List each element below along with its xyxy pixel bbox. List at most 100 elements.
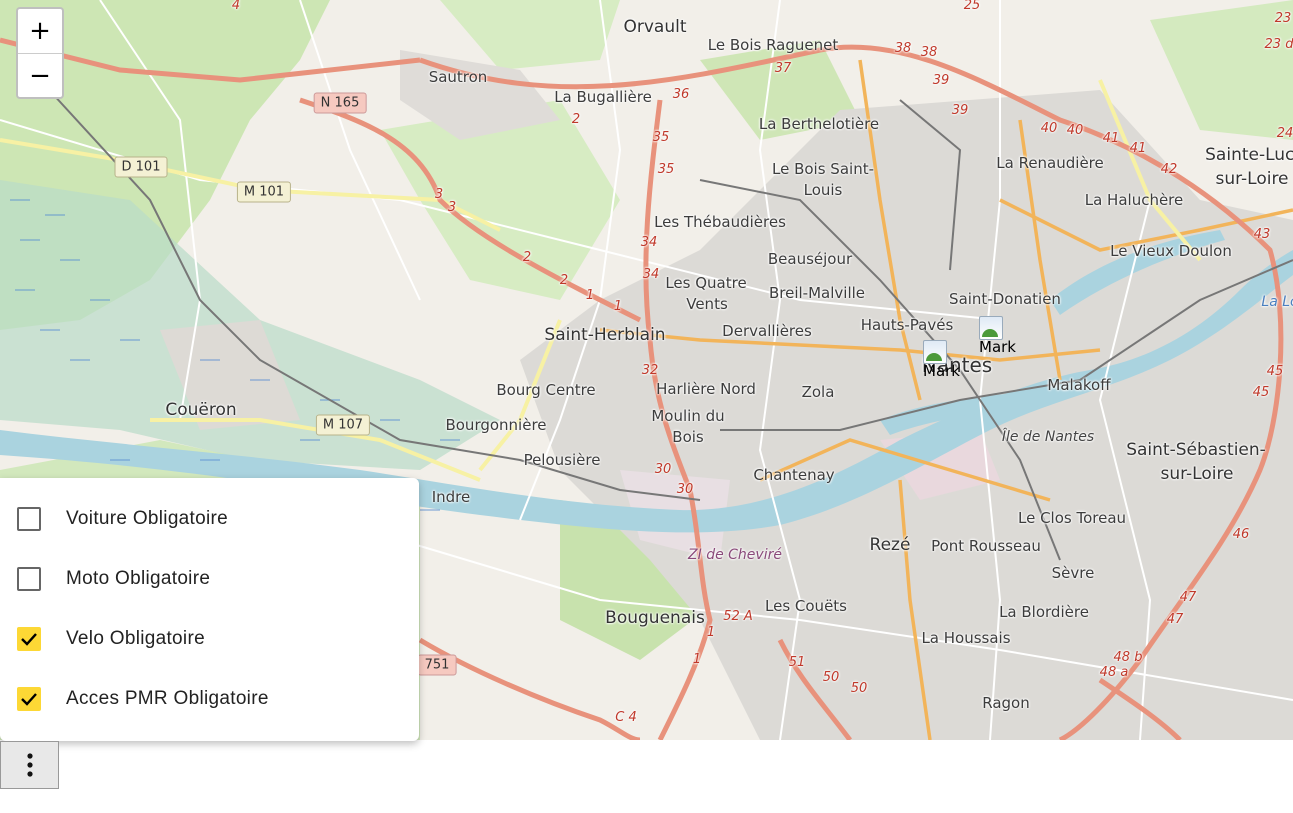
road-number: 32 <box>641 363 659 378</box>
road-shield: N 165 <box>313 92 367 114</box>
checkbox[interactable] <box>17 687 41 711</box>
road-shield: D 101 <box>114 156 168 178</box>
road-number: 2 <box>559 273 569 288</box>
place-label: Le Bois Saint- <box>772 160 874 178</box>
road-number: 2 <box>571 112 581 127</box>
zoom-control: + − <box>16 7 64 99</box>
road-number: 40 <box>1066 123 1084 138</box>
place-label: Saint-Herblain <box>544 325 666 345</box>
place-label: La Blordière <box>999 603 1089 621</box>
road-number: 30 <box>676 482 694 497</box>
filter-label: Moto Obligatoire <box>66 568 211 589</box>
place-label: Le Clos Toreau <box>1017 509 1127 527</box>
road-number: 39 <box>951 103 969 118</box>
marker-label: Mark <box>979 338 1016 356</box>
road-shield: 751 <box>417 654 457 676</box>
filter-panel: Voiture Obligatoire Moto Obligatoire Vel… <box>0 478 419 741</box>
filter-velo-option[interactable]: Velo Obligatoire <box>17 624 205 654</box>
road-number: 36 <box>672 87 690 102</box>
place-label: Malakoff <box>1047 376 1111 394</box>
road-number: 1 <box>692 652 702 667</box>
road-number: 45 <box>1252 385 1270 400</box>
place-label: Saint-Donatien <box>949 290 1061 308</box>
road-number: 48 a <box>1099 665 1129 680</box>
place-label: Bourgonnière <box>445 416 547 434</box>
road-number: 46 <box>1232 527 1250 542</box>
road-number: 25 <box>963 0 981 13</box>
road-number: 3 <box>434 187 444 202</box>
road-number: 50 <box>850 681 868 696</box>
place-label: Ragon <box>982 694 1030 712</box>
checkbox[interactable] <box>17 567 41 591</box>
road-number: 42 <box>1160 162 1178 177</box>
place-label: ZI de Cheviré <box>688 547 782 563</box>
road-shield: M 101 <box>236 181 292 203</box>
road-number: 48 b <box>1113 650 1143 665</box>
place-label: Indre <box>431 488 471 506</box>
filter-label: Velo Obligatoire <box>66 628 205 649</box>
place-label: Le Bois Raguenet <box>707 36 839 54</box>
road-shield: M 107 <box>315 414 371 436</box>
place-label: sur-Loire <box>1160 464 1234 484</box>
marker-image-icon <box>923 340 947 364</box>
road-number: 1 <box>585 288 595 303</box>
place-label: Pelousière <box>523 451 601 469</box>
place-label: Dervallières <box>722 322 812 340</box>
place-label: Sainte-Luce <box>1205 145 1293 165</box>
place-label: Zola <box>801 383 835 401</box>
place-label: Pont Rousseau <box>931 537 1041 555</box>
zoom-out-button[interactable]: − <box>18 54 62 98</box>
road-number: 1 <box>706 625 716 640</box>
place-label: Bouguenais <box>605 608 705 628</box>
map-marker[interactable]: Mark <box>923 340 963 384</box>
road-number: 47 <box>1166 612 1184 627</box>
checkbox[interactable] <box>17 627 41 651</box>
road-number: 35 <box>657 162 675 177</box>
road-number: 35 <box>652 130 670 145</box>
road-number: 41 <box>1102 131 1120 146</box>
checkmark-icon <box>21 633 37 646</box>
zoom-in-button[interactable]: + <box>18 9 62 54</box>
place-label: La Bugallière <box>554 88 652 106</box>
river-label: La Lo <box>1261 294 1293 310</box>
place-label: Hauts-Pavés <box>860 316 954 334</box>
road-number: 23 d <box>1264 37 1293 52</box>
road-number: 43 <box>1253 227 1271 242</box>
marker-label: Mark <box>923 362 960 380</box>
road-number: 37 <box>774 61 792 76</box>
menu-button[interactable] <box>0 741 59 789</box>
map-marker[interactable]: Mark <box>979 316 1019 360</box>
road-number: 52 A <box>723 609 753 624</box>
filter-pmr-option[interactable]: Acces PMR Obligatoire <box>17 684 269 714</box>
checkbox[interactable] <box>17 507 41 531</box>
road-number: 50 <box>822 670 840 685</box>
road-number: 38 <box>894 41 912 56</box>
place-label: La Haluchère <box>1084 191 1184 209</box>
vertical-dots-icon <box>26 753 33 777</box>
place-label: Le Vieux Doulon <box>1110 242 1232 260</box>
road-number: 2 <box>522 250 532 265</box>
place-label: Beauséjour <box>767 250 853 268</box>
marker-image-icon <box>979 316 1003 340</box>
road-number: 4 <box>231 0 241 13</box>
place-label: Chantenay <box>753 466 835 484</box>
place-label: Orvault <box>623 17 687 37</box>
filter-moto-option[interactable]: Moto Obligatoire <box>17 564 210 594</box>
filter-voiture-option[interactable]: Voiture Obligatoire <box>17 504 228 534</box>
place-label: Saint-Sébastien- <box>1126 440 1266 460</box>
place-label: Sèvre <box>1051 564 1095 582</box>
place-label: Bois <box>672 428 704 446</box>
place-label: Les Thébaudières <box>654 213 786 231</box>
road-number: 34 <box>642 267 660 282</box>
road-number: 40 <box>1040 121 1058 136</box>
place-label: Breil-Malville <box>768 284 866 302</box>
road-number: 23 <box>1274 11 1292 26</box>
road-number: 24 <box>1276 126 1293 141</box>
road-number: 3 <box>447 200 457 215</box>
place-label: Louis <box>803 181 843 199</box>
place-label: Sautron <box>428 68 488 86</box>
place-label: Les Couëts <box>765 597 847 615</box>
checkmark-icon <box>21 693 37 706</box>
place-label: Les Quatre <box>665 274 747 292</box>
place-label: Harlière Nord <box>656 380 756 398</box>
